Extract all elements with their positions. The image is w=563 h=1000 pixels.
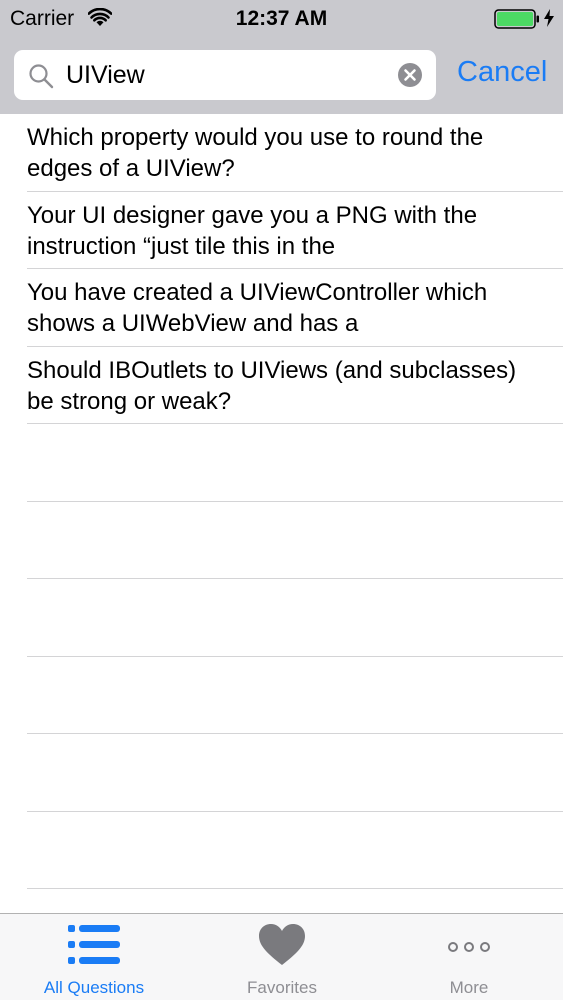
- empty-row: [0, 424, 563, 502]
- charging-icon: [544, 9, 554, 27]
- results-list: Which property would you use to round th…: [0, 114, 563, 889]
- tab-label: More: [449, 978, 489, 997]
- search-icon: [29, 64, 54, 89]
- more-icon: [448, 942, 490, 952]
- search-input[interactable]: UIView: [66, 61, 145, 90]
- search-header: Carrier 12:37 AM UIView Cancel: [0, 0, 563, 114]
- tab-label: All Questions: [43, 978, 145, 997]
- empty-row: [0, 579, 563, 657]
- screen: Carrier 12:37 AM UIView Cancel Which pro…: [0, 0, 563, 1000]
- list-item[interactable]: Your UI designer gave you a PNG with the…: [0, 192, 563, 270]
- list-item-text: Should IBOutlets to UIViews (and subclas…: [27, 356, 517, 415]
- tab-label: Favorites: [247, 978, 317, 997]
- heart-icon: [259, 924, 305, 965]
- empty-row: [0, 657, 563, 735]
- empty-row: [0, 734, 563, 812]
- battery-icon: [494, 9, 539, 29]
- list-item[interactable]: You have created a UIViewController whic…: [0, 269, 563, 347]
- list-item-text: Which property would you use to round th…: [27, 124, 484, 182]
- empty-row: [0, 502, 563, 580]
- empty-row: [0, 812, 563, 890]
- clear-icon[interactable]: [398, 63, 422, 87]
- list-item-text: Your UI designer gave you a PNG with the…: [27, 201, 478, 260]
- tab-bar: All Questions Favorites More: [0, 913, 563, 1000]
- list-item-text: You have created a UIViewController whic…: [27, 279, 488, 337]
- list-item[interactable]: Which property would you use to round th…: [0, 114, 563, 192]
- list-icon: [68, 925, 120, 964]
- tab-favorites[interactable]: Favorites: [188, 914, 376, 1000]
- tab-all-questions[interactable]: All Questions: [0, 914, 188, 1000]
- tab-more[interactable]: More: [375, 914, 563, 1000]
- cancel-button[interactable]: Cancel: [457, 56, 547, 89]
- list-item[interactable]: Should IBOutlets to UIViews (and subclas…: [0, 347, 563, 425]
- status-time: 12:37 AM: [235, 7, 328, 30]
- search-field[interactable]: UIView: [14, 50, 436, 100]
- status-bar: Carrier 12:37 AM: [0, 0, 563, 40]
